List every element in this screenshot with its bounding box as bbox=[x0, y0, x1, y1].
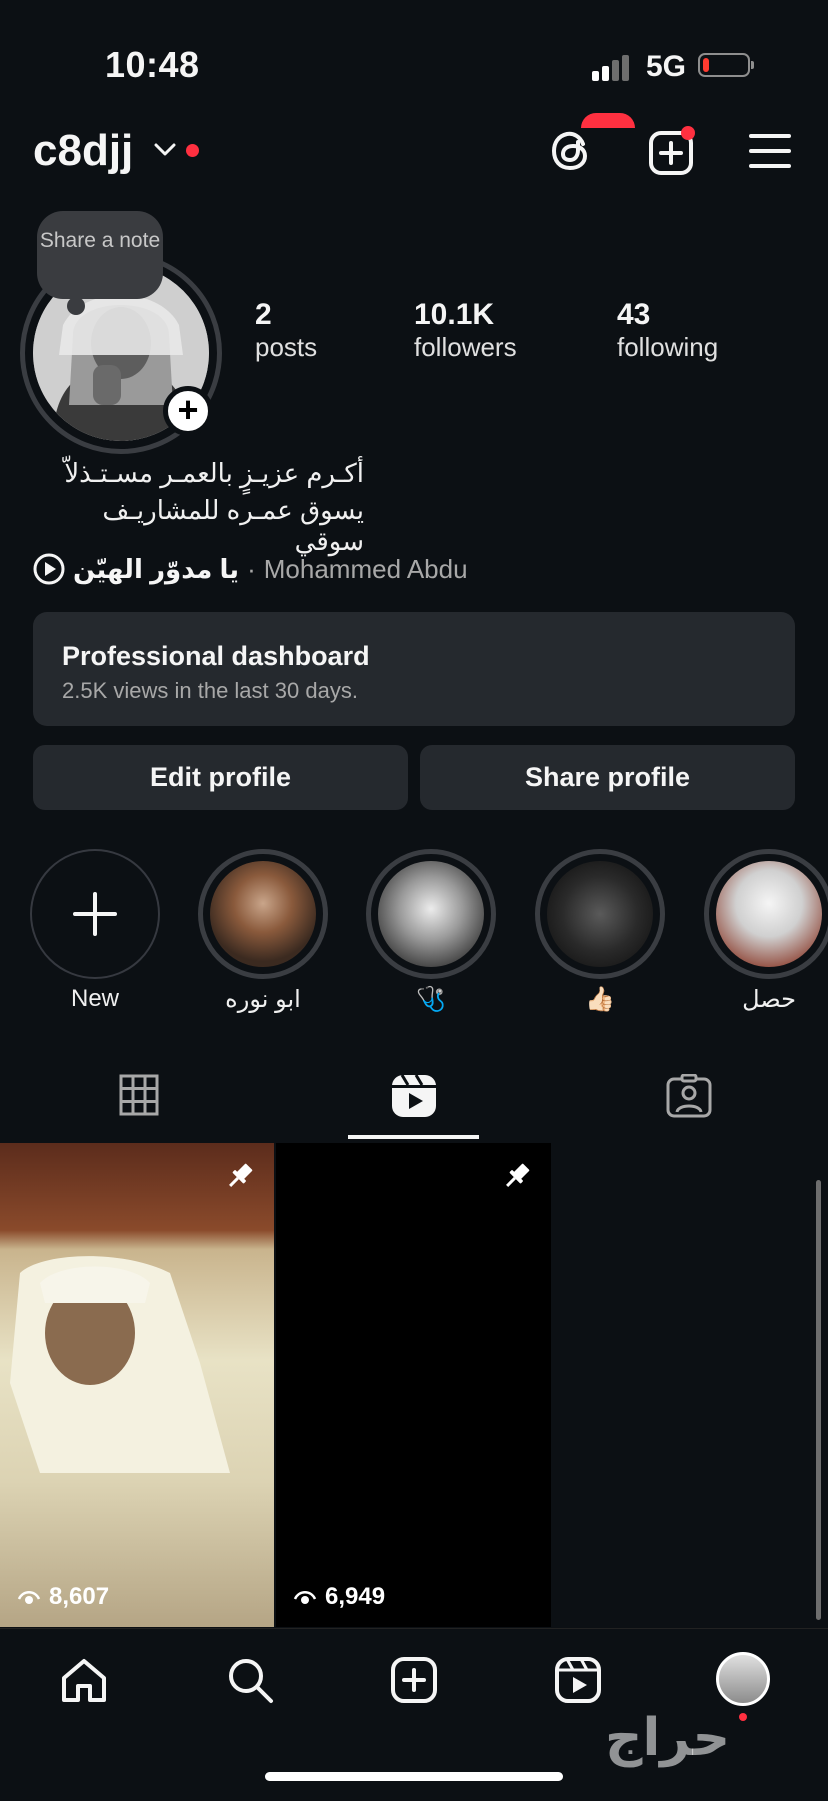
stat-following[interactable]: 43 following bbox=[617, 298, 718, 363]
threads-icon[interactable] bbox=[549, 128, 595, 174]
stat-posts[interactable]: 2 posts bbox=[255, 298, 317, 363]
highlight-image bbox=[210, 861, 316, 967]
reels-tab-icon[interactable] bbox=[390, 1073, 438, 1119]
reel-views: 6,949 bbox=[293, 1583, 385, 1611]
create-notification-dot bbox=[681, 126, 695, 140]
highlight-new[interactable] bbox=[30, 849, 160, 979]
search-icon[interactable] bbox=[226, 1656, 274, 1704]
reel-views: 8,607 bbox=[17, 1583, 109, 1611]
menu-icon[interactable] bbox=[749, 133, 791, 169]
stat-followers-label: followers bbox=[414, 332, 517, 362]
pin-icon bbox=[229, 1163, 253, 1187]
notification-dot bbox=[186, 144, 199, 157]
profile-tab-avatar[interactable] bbox=[716, 1652, 770, 1706]
bio-line-2: يسوق عمـره للمشاريـف سوقي bbox=[102, 495, 364, 556]
active-tab-indicator bbox=[348, 1135, 479, 1139]
create-icon[interactable] bbox=[390, 1656, 438, 1704]
share-profile-button[interactable]: Share profile bbox=[420, 745, 795, 810]
reel-photo bbox=[10, 1256, 230, 1473]
network-label: 5G bbox=[646, 50, 687, 83]
music-separator: · bbox=[247, 553, 256, 584]
stat-followers[interactable]: 10.1K followers bbox=[414, 298, 517, 363]
highlight-image bbox=[716, 861, 822, 967]
reel-thumbnail[interactable]: 8,607 bbox=[0, 1143, 274, 1627]
home-indicator[interactable] bbox=[265, 1772, 563, 1781]
stat-following-label: following bbox=[617, 332, 719, 362]
reels-icon[interactable] bbox=[554, 1656, 602, 1704]
plus-icon bbox=[73, 892, 117, 936]
battery-icon bbox=[698, 53, 754, 77]
music-song: يا مدوّر الهيّن bbox=[73, 553, 240, 584]
highlight-label-abu-noura: ابو نوره bbox=[225, 986, 301, 1013]
chevron-down-icon[interactable] bbox=[154, 142, 176, 158]
reel-thumbnail[interactable]: 6,949 bbox=[276, 1143, 551, 1627]
dashboard-title: Professional dashboard bbox=[62, 641, 370, 671]
eye-icon bbox=[17, 1591, 41, 1604]
tagged-tab-icon[interactable] bbox=[666, 1074, 712, 1118]
stat-posts-value: 2 bbox=[255, 298, 272, 331]
stat-followers-value: 10.1K bbox=[414, 298, 495, 331]
signal-icon bbox=[592, 55, 629, 81]
highlight-label-new: New bbox=[70, 985, 119, 1012]
highlight-image bbox=[547, 861, 653, 967]
highlight-label-stethoscope: 🩺 bbox=[416, 986, 446, 1013]
reel-views-count: 6,949 bbox=[325, 1583, 386, 1610]
profile-music[interactable]: يا مدوّر الهيّن · Mohammed Abdu bbox=[33, 553, 468, 585]
reel-views-count: 8,607 bbox=[49, 1583, 110, 1610]
edit-profile-button[interactable]: Edit profile bbox=[33, 745, 408, 810]
highlight-label-thumbs-up: 👍🏻 bbox=[585, 986, 615, 1013]
highlight-image bbox=[378, 861, 484, 967]
add-story-button[interactable]: + bbox=[163, 386, 213, 436]
stat-posts-label: posts bbox=[255, 332, 318, 362]
stat-following-value: 43 bbox=[617, 298, 651, 331]
dashboard-subtitle: 2.5K views in the last 30 days. bbox=[62, 678, 358, 703]
home-icon[interactable] bbox=[60, 1656, 108, 1704]
profile-notification-dot bbox=[739, 1713, 747, 1721]
professional-dashboard[interactable]: Professional dashboard 2.5K views in the… bbox=[33, 612, 795, 726]
play-circle-icon bbox=[33, 553, 65, 585]
eye-icon bbox=[293, 1591, 317, 1604]
share-note-bubble[interactable]: Share a note bbox=[37, 211, 163, 315]
highlight-label-hasal: حصل bbox=[742, 986, 796, 1013]
pin-icon bbox=[506, 1163, 530, 1187]
grid-tab-icon[interactable] bbox=[119, 1074, 159, 1116]
scrollbar[interactable] bbox=[816, 1180, 821, 1620]
watermark: حراج bbox=[605, 1709, 731, 1767]
music-artist: Mohammed Abdu bbox=[263, 553, 468, 584]
bio-line-1: أكـرم عزيـزٍ بالعمـر مسـتـذلاّ bbox=[64, 458, 364, 488]
username[interactable]: c8djj bbox=[33, 126, 133, 176]
status-time: 10:48 bbox=[105, 44, 200, 85]
